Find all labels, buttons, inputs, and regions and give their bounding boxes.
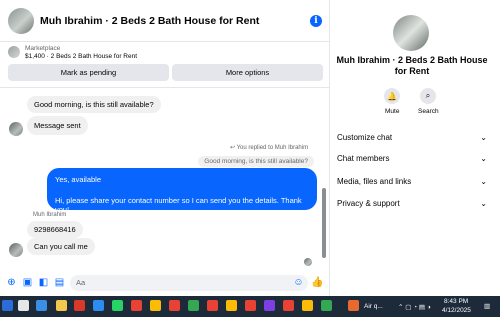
messenger-window: Muh Ibrahim · 2 Beds 2 Bath House for Re…	[0, 0, 500, 296]
outgoing-message: Yes, available Hi, please share your con…	[47, 168, 317, 214]
mute-label[interactable]: Mute	[385, 108, 399, 115]
image-icon[interactable]: ▣	[22, 277, 33, 288]
marketplace-label: Marketplace	[25, 45, 61, 52]
chrome-icon[interactable]	[302, 300, 313, 311]
more-options-button[interactable]: More options	[172, 64, 323, 81]
outgoing-line: Hi, please share your contact number so …	[55, 196, 302, 214]
like-icon[interactable]: 👍	[311, 277, 323, 288]
weather-text[interactable]: Air q...	[364, 303, 383, 310]
outgoing-line: Yes, available	[55, 175, 102, 184]
row-label: Privacy & support	[337, 198, 400, 208]
chevron-down-icon: ⌄	[480, 153, 487, 163]
search-icon[interactable]: ⌕	[420, 88, 436, 104]
incoming-message: Message sent	[27, 116, 88, 135]
info-icon[interactable]: i	[310, 15, 322, 27]
scrollbar-thumb[interactable]	[322, 188, 326, 258]
chrome-icon[interactable]	[188, 300, 199, 311]
listing-thumbnail[interactable]	[8, 46, 20, 58]
search-label[interactable]: Search	[418, 108, 439, 115]
read-receipt-avatar	[304, 258, 312, 266]
chat-members-row[interactable]: Chat members ⌄	[337, 151, 487, 165]
app-icon[interactable]	[264, 300, 275, 311]
edge-icon[interactable]	[36, 300, 47, 311]
info-title: Muh Ibrahim · 2 Beds 2 Bath House for Re…	[336, 55, 488, 76]
chrome-icon[interactable]	[283, 300, 294, 311]
mark-as-pending-button[interactable]: Mark as pending	[8, 64, 169, 81]
clock-date[interactable]: 4/12/2025	[442, 307, 471, 314]
incoming-message: Can you call me	[27, 238, 95, 255]
whatsapp-icon[interactable]	[112, 300, 123, 311]
privacy-support-row[interactable]: Privacy & support ⌄	[337, 196, 487, 210]
app-icon[interactable]	[93, 300, 104, 311]
chat-pane: Muh Ibrahim · 2 Beds 2 Bath House for Re…	[0, 0, 330, 296]
chevron-down-icon: ⌄	[480, 176, 487, 186]
chevron-down-icon: ⌄	[480, 198, 487, 208]
contact-avatar-small[interactable]	[9, 122, 23, 136]
quoted-message: Good morning, is this still available?	[198, 156, 314, 167]
incoming-message: Good morning, is this still available?	[27, 96, 161, 113]
chrome-icon[interactable]	[207, 300, 218, 311]
row-label: Chat members	[337, 153, 390, 163]
gif-icon[interactable]: ▤	[54, 277, 65, 288]
app-icon[interactable]	[74, 300, 85, 311]
reply-meta: ↩ You replied to Muh Ibrahim	[230, 144, 308, 151]
incoming-message: 9298668416	[27, 221, 83, 238]
row-label: Media, files and links	[337, 176, 412, 186]
media-files-links-row[interactable]: Media, files and links ⌄	[337, 174, 487, 188]
clock-time[interactable]: 8:43 PM	[444, 298, 468, 305]
plus-icon[interactable]: ⊕	[6, 277, 17, 288]
message-list: Good morning, is this still available? M…	[0, 89, 330, 269]
chrome-icon[interactable]	[150, 300, 161, 311]
chrome-icon[interactable]	[245, 300, 256, 311]
sticker-icon[interactable]: ◧	[38, 277, 49, 288]
contact-avatar[interactable]	[8, 7, 34, 34]
reply-icon: ↩	[230, 145, 237, 151]
chrome-icon[interactable]	[321, 300, 332, 311]
sender-name: Muh Ibrahim	[33, 212, 67, 218]
listing-title[interactable]: $1,400 · 2 Beds 2 Bath House for Rent	[25, 53, 137, 60]
chat-title[interactable]: Muh Ibrahim · 2 Beds 2 Bath House for Re…	[40, 15, 259, 27]
bell-icon[interactable]: 🔔	[384, 88, 400, 104]
row-label: Customize chat	[337, 132, 393, 142]
weather-icon[interactable]	[348, 300, 359, 311]
contact-avatar-small[interactable]	[9, 243, 23, 257]
search-icon[interactable]	[18, 300, 29, 311]
message-input[interactable]: Aa	[70, 275, 308, 291]
contact-avatar-large[interactable]	[393, 15, 429, 51]
chrome-icon[interactable]	[226, 300, 237, 311]
reply-meta-text: You replied to Muh Ibrahim	[236, 145, 309, 151]
emoji-icon[interactable]: ☺	[293, 277, 304, 288]
chrome-icon[interactable]	[131, 300, 142, 311]
notification-icon[interactable]: ▥	[484, 302, 490, 310]
start-icon[interactable]	[2, 300, 13, 311]
chrome-icon[interactable]	[169, 300, 180, 311]
chevron-down-icon: ⌄	[480, 132, 487, 142]
chat-header: Muh Ibrahim · 2 Beds 2 Bath House for Re…	[0, 0, 330, 42]
customize-chat-row[interactable]: Customize chat ⌄	[337, 130, 487, 144]
tray-icons[interactable]: ⌃ ▢ ◔ ▤ ◑	[398, 303, 431, 311]
file-explorer-icon[interactable]	[56, 300, 67, 311]
